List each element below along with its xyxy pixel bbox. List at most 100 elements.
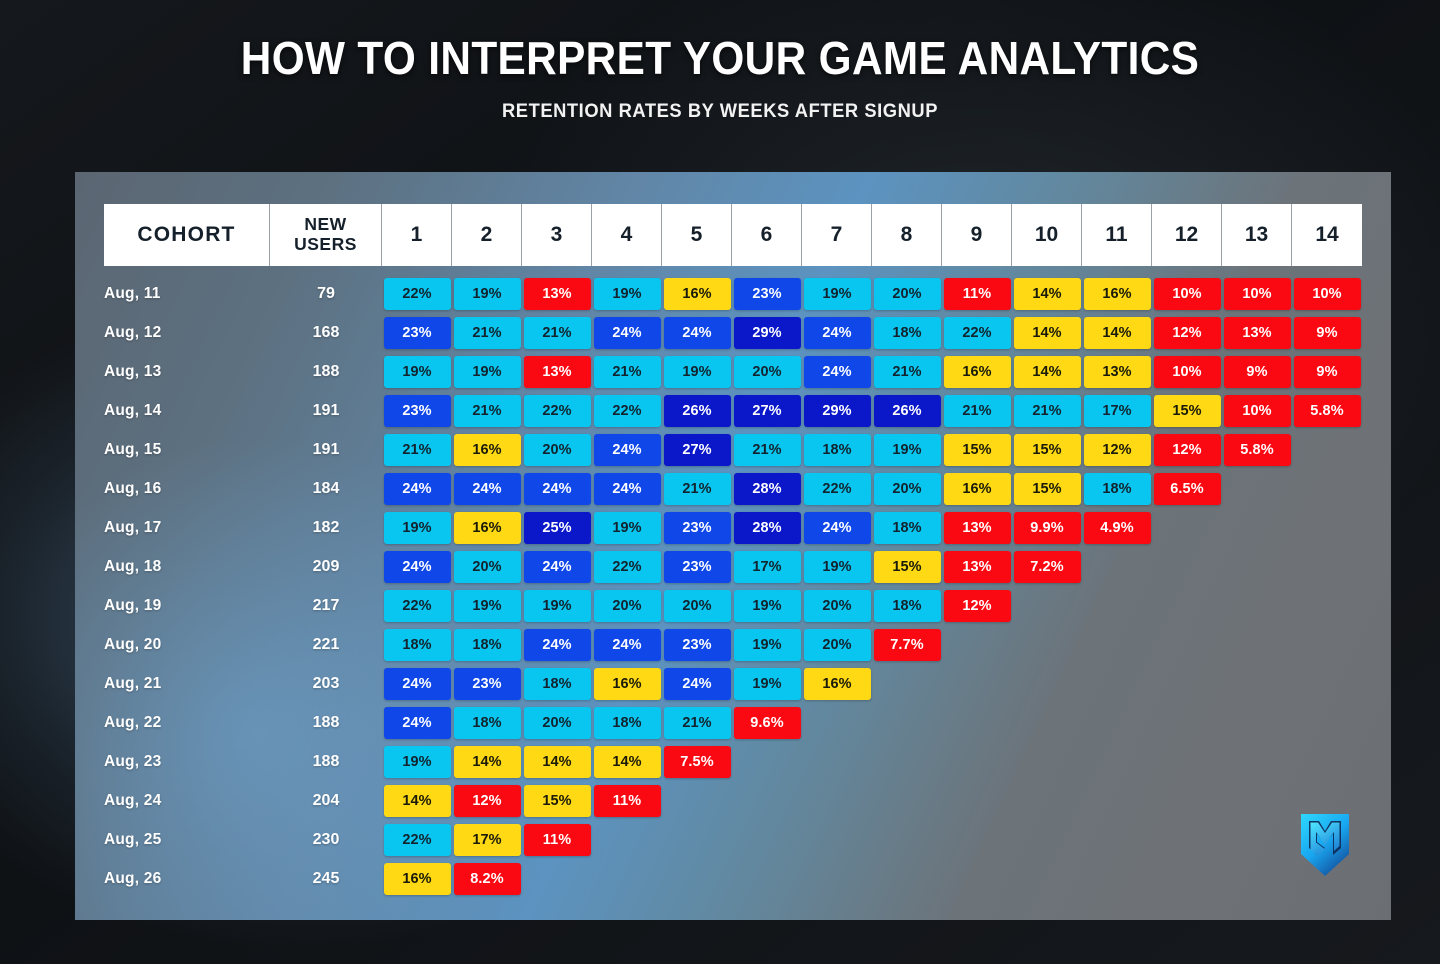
retention-cell[interactable]: 19% <box>452 352 522 391</box>
retention-cell[interactable]: 22% <box>382 274 452 313</box>
retention-cell[interactable]: 16% <box>942 469 1012 508</box>
retention-cell[interactable]: 11% <box>942 274 1012 313</box>
retention-cell[interactable]: 14% <box>1012 313 1082 352</box>
retention-cell[interactable]: 16% <box>942 352 1012 391</box>
retention-cell[interactable]: 20% <box>872 469 942 508</box>
retention-cell[interactable]: 20% <box>452 547 522 586</box>
retention-cell[interactable]: 15% <box>942 430 1012 469</box>
retention-cell[interactable]: 19% <box>802 547 872 586</box>
retention-cell[interactable]: 19% <box>872 430 942 469</box>
retention-cell[interactable]: 20% <box>872 274 942 313</box>
retention-cell[interactable]: 20% <box>802 586 872 625</box>
retention-cell[interactable]: 24% <box>802 313 872 352</box>
retention-cell[interactable]: 7.7% <box>872 625 942 664</box>
retention-cell[interactable]: 24% <box>592 469 662 508</box>
retention-cell[interactable]: 22% <box>522 391 592 430</box>
retention-cell[interactable]: 24% <box>382 664 452 703</box>
retention-cell[interactable]: 21% <box>522 313 592 352</box>
retention-cell[interactable]: 15% <box>1012 469 1082 508</box>
retention-cell[interactable]: 24% <box>452 469 522 508</box>
retention-cell[interactable]: 7.2% <box>1012 547 1082 586</box>
retention-cell[interactable]: 18% <box>522 664 592 703</box>
retention-cell[interactable]: 12% <box>452 781 522 820</box>
retention-cell[interactable]: 24% <box>382 703 452 742</box>
retention-cell[interactable]: 11% <box>592 781 662 820</box>
retention-cell[interactable]: 22% <box>592 391 662 430</box>
retention-cell[interactable]: 19% <box>732 664 802 703</box>
retention-cell[interactable]: 27% <box>732 391 802 430</box>
retention-cell[interactable]: 11% <box>522 820 592 859</box>
retention-cell[interactable]: 16% <box>1082 274 1152 313</box>
retention-cell[interactable]: 15% <box>522 781 592 820</box>
retention-cell[interactable]: 24% <box>592 430 662 469</box>
retention-cell[interactable]: 15% <box>872 547 942 586</box>
retention-cell[interactable]: 19% <box>522 586 592 625</box>
retention-cell[interactable]: 14% <box>592 742 662 781</box>
retention-cell[interactable]: 12% <box>1082 430 1152 469</box>
retention-cell[interactable]: 26% <box>872 391 942 430</box>
retention-cell[interactable]: 21% <box>662 703 732 742</box>
retention-cell[interactable]: 10% <box>1222 391 1292 430</box>
retention-cell[interactable]: 24% <box>382 469 452 508</box>
retention-cell[interactable]: 19% <box>382 508 452 547</box>
retention-cell[interactable]: 23% <box>662 508 732 547</box>
retention-cell[interactable]: 22% <box>382 586 452 625</box>
retention-cell[interactable]: 22% <box>382 820 452 859</box>
retention-cell[interactable]: 21% <box>872 352 942 391</box>
retention-cell[interactable]: 23% <box>382 313 452 352</box>
retention-cell[interactable]: 22% <box>942 313 1012 352</box>
retention-cell[interactable]: 14% <box>522 742 592 781</box>
retention-cell[interactable]: 21% <box>942 391 1012 430</box>
retention-cell[interactable]: 10% <box>1152 274 1222 313</box>
retention-cell[interactable]: 24% <box>802 352 872 391</box>
retention-cell[interactable]: 29% <box>802 391 872 430</box>
retention-cell[interactable]: 24% <box>522 625 592 664</box>
retention-cell[interactable]: 9% <box>1222 352 1292 391</box>
retention-cell[interactable]: 29% <box>732 313 802 352</box>
retention-cell[interactable]: 21% <box>1012 391 1082 430</box>
retention-cell[interactable]: 14% <box>1012 274 1082 313</box>
retention-cell[interactable]: 9.6% <box>732 703 802 742</box>
retention-cell[interactable]: 10% <box>1222 274 1292 313</box>
retention-cell[interactable]: 13% <box>942 547 1012 586</box>
retention-cell[interactable]: 23% <box>452 664 522 703</box>
retention-cell[interactable]: 13% <box>522 274 592 313</box>
retention-cell[interactable]: 9% <box>1292 313 1362 352</box>
retention-cell[interactable]: 5.8% <box>1292 391 1362 430</box>
retention-cell[interactable]: 19% <box>382 352 452 391</box>
retention-cell[interactable]: 15% <box>1152 391 1222 430</box>
retention-cell[interactable]: 14% <box>1082 313 1152 352</box>
retention-cell[interactable]: 21% <box>662 469 732 508</box>
retention-cell[interactable]: 12% <box>942 586 1012 625</box>
retention-cell[interactable]: 12% <box>1152 313 1222 352</box>
retention-cell[interactable]: 19% <box>382 742 452 781</box>
retention-cell[interactable]: 23% <box>662 625 732 664</box>
retention-cell[interactable]: 13% <box>942 508 1012 547</box>
retention-cell[interactable]: 19% <box>452 274 522 313</box>
retention-cell[interactable]: 18% <box>452 625 522 664</box>
retention-cell[interactable]: 24% <box>802 508 872 547</box>
retention-cell[interactable]: 4.9% <box>1082 508 1152 547</box>
retention-cell[interactable]: 19% <box>802 274 872 313</box>
retention-cell[interactable]: 20% <box>522 430 592 469</box>
retention-cell[interactable]: 23% <box>732 274 802 313</box>
retention-cell[interactable]: 18% <box>382 625 452 664</box>
retention-cell[interactable]: 22% <box>592 547 662 586</box>
retention-cell[interactable]: 20% <box>662 586 732 625</box>
retention-cell[interactable]: 5.8% <box>1222 430 1292 469</box>
retention-cell[interactable]: 13% <box>1082 352 1152 391</box>
retention-cell[interactable]: 10% <box>1292 274 1362 313</box>
retention-cell[interactable]: 19% <box>592 274 662 313</box>
retention-cell[interactable]: 16% <box>592 664 662 703</box>
retention-cell[interactable]: 27% <box>662 430 732 469</box>
retention-cell[interactable]: 19% <box>732 625 802 664</box>
retention-cell[interactable]: 18% <box>802 430 872 469</box>
retention-cell[interactable]: 21% <box>592 352 662 391</box>
retention-cell[interactable]: 18% <box>452 703 522 742</box>
retention-cell[interactable]: 19% <box>592 508 662 547</box>
retention-cell[interactable]: 25% <box>522 508 592 547</box>
retention-cell[interactable]: 14% <box>1012 352 1082 391</box>
retention-cell[interactable]: 20% <box>732 352 802 391</box>
retention-cell[interactable]: 8.2% <box>452 859 522 898</box>
retention-cell[interactable]: 16% <box>452 430 522 469</box>
